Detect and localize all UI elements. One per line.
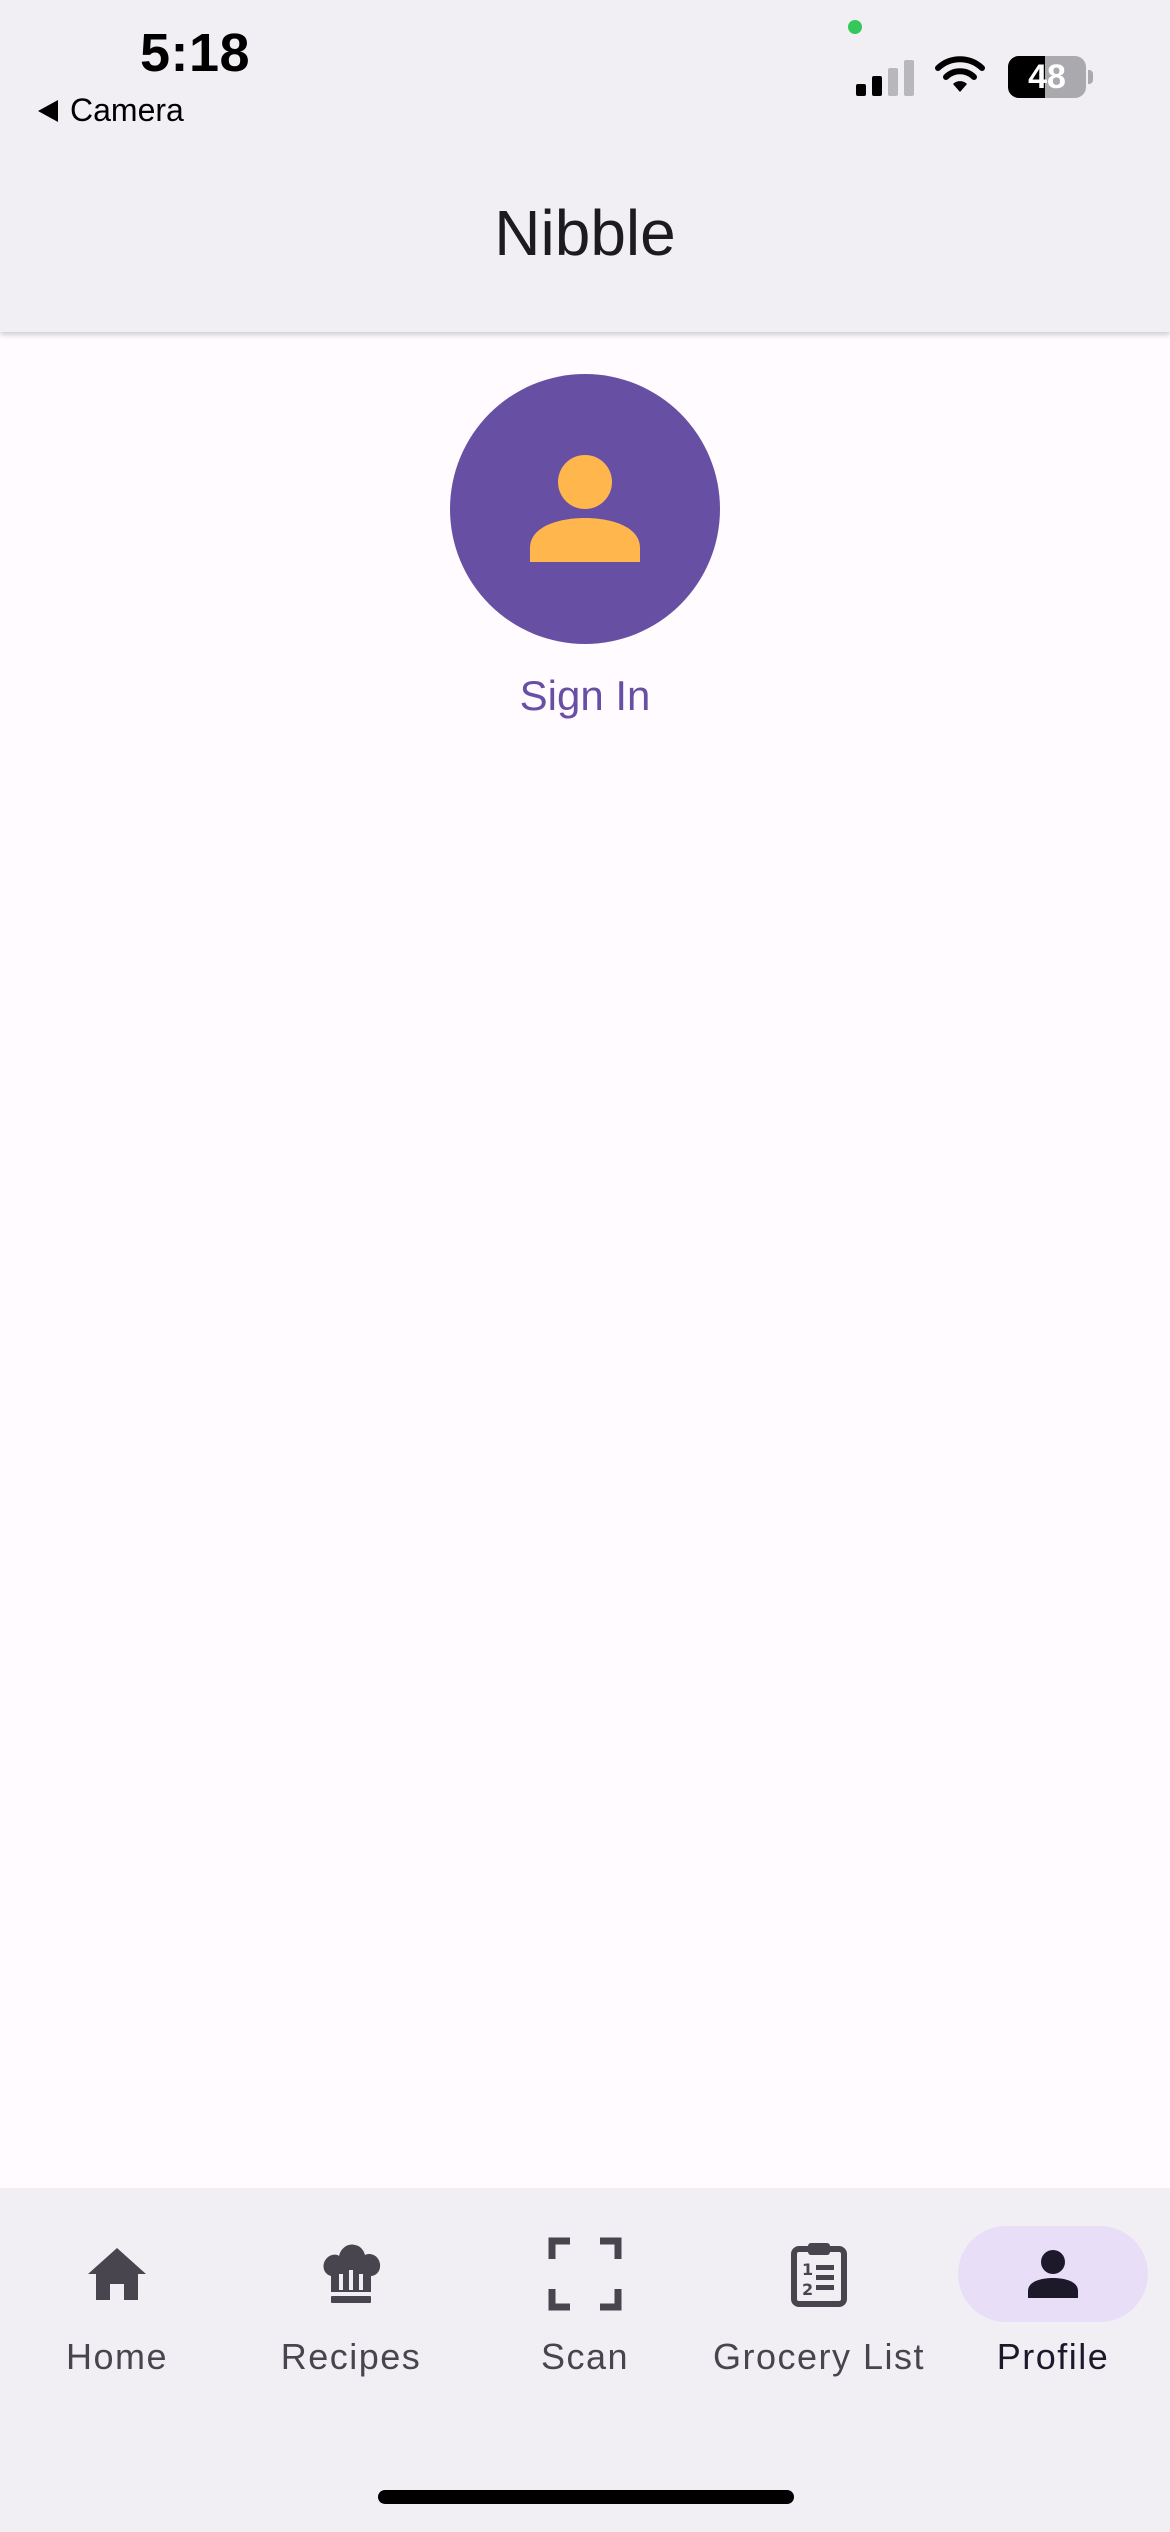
- nav-item-home[interactable]: Home: [0, 2188, 234, 2418]
- cellular-signal-icon: [856, 60, 914, 96]
- profile-avatar[interactable]: [450, 374, 720, 644]
- top-app-bar: 5:18 Camera 48 Nibble: [0, 0, 1170, 332]
- status-time: 5:18: [140, 23, 251, 83]
- back-app-label: Camera: [70, 92, 184, 128]
- chef-hat-icon: [323, 2244, 381, 2303]
- scan-frame-icon: [548, 2237, 622, 2311]
- battery-icon: 48: [1008, 56, 1094, 98]
- home-icon: [88, 2248, 146, 2300]
- nav-item-grocery-list[interactable]: 1 2 Grocery List: [702, 2188, 936, 2418]
- back-to-app-button[interactable]: Camera: [38, 92, 184, 129]
- person-icon: [1028, 2250, 1078, 2298]
- active-indicator: [958, 2226, 1148, 2322]
- sign-in-button[interactable]: Sign In: [0, 672, 1170, 720]
- sign-in-label: Sign In: [519, 672, 651, 719]
- clipboard-list-icon: 1 2: [791, 2243, 847, 2307]
- nav-label-grocery-list: Grocery List: [712, 2336, 926, 2377]
- page-title: Nibble: [494, 197, 676, 269]
- home-indicator[interactable]: [378, 2490, 794, 2504]
- nav-item-scan[interactable]: Scan: [468, 2188, 702, 2418]
- nav-label-profile: Profile: [996, 2336, 1110, 2377]
- nav-item-recipes[interactable]: Recipes: [234, 2188, 468, 2418]
- person-icon: [530, 455, 640, 562]
- camera-in-use-indicator: [848, 20, 862, 34]
- svg-text:1: 1: [802, 2260, 813, 2279]
- wifi-icon: [935, 56, 985, 92]
- nav-item-profile[interactable]: Profile: [936, 2188, 1170, 2418]
- bottom-navigation-bar: Home Recipes Scan 1 2 Grocery List Profi…: [0, 2188, 1170, 2532]
- svg-text:2: 2: [802, 2280, 813, 2299]
- nav-label-recipes: Recipes: [280, 2336, 422, 2377]
- nav-label-home: Home: [65, 2336, 169, 2377]
- nav-label-scan: Scan: [540, 2336, 630, 2377]
- back-triangle-icon: [38, 99, 58, 122]
- battery-level: 48: [1028, 58, 1066, 96]
